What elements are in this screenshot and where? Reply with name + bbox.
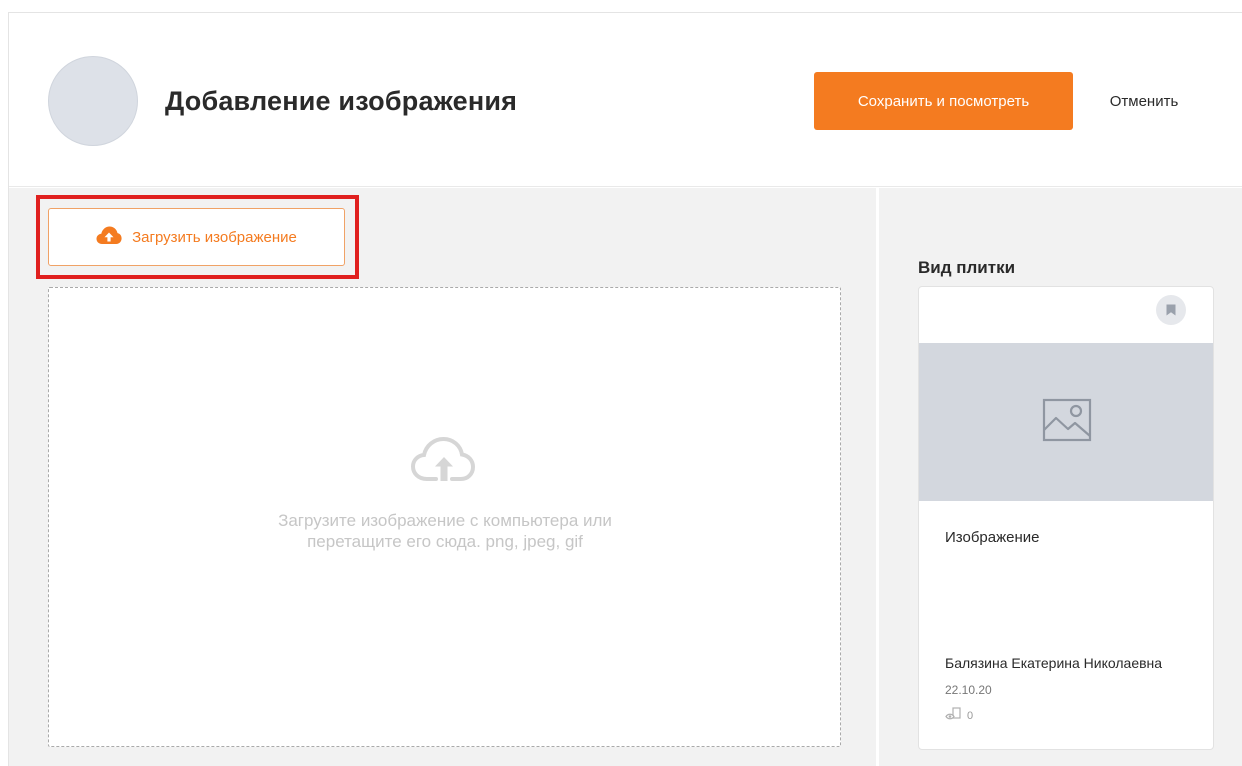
editor-frame: Добавление изображения Сохранить и посмо… [8,12,1242,766]
tile-date: 22.10.20 [945,683,992,697]
page-header: Добавление изображения Сохранить и посмо… [9,13,1242,187]
tile-author: Балязина Екатерина Николаевна [945,655,1163,671]
cancel-button[interactable]: Отменить [1089,72,1199,130]
save-and-view-button[interactable]: Сохранить и посмотреть [814,72,1073,130]
bookmark-icon[interactable] [1156,295,1186,325]
tile-title: Изображение [945,529,1040,546]
image-dropzone[interactable]: Загрузите изображение с компьютера или п… [48,287,841,747]
tile-views: 0 [945,707,973,724]
eye-icon [945,707,963,724]
upload-button-label: Загрузить изображение [132,228,297,246]
avatar [48,56,138,146]
upload-panel: Загрузить изображение Загрузите изображе… [9,188,876,766]
preview-tile: Изображение Балязина Екатерина Николаевн… [918,286,1214,750]
image-placeholder-icon [1042,398,1092,447]
tile-view-heading: Вид плитки [918,258,1016,277]
upload-image-button[interactable]: Загрузить изображение [48,208,345,266]
dropzone-hint: Загрузите изображение с компьютера или п… [278,511,612,551]
views-count: 0 [967,709,974,722]
page-title: Добавление изображения [165,86,518,116]
cloud-upload-icon [96,225,122,249]
tile-image-placeholder [919,343,1213,501]
preview-panel: Вид плитки Изображение Балязина Екатерин… [879,188,1242,766]
cloud-upload-icon [409,435,479,483]
